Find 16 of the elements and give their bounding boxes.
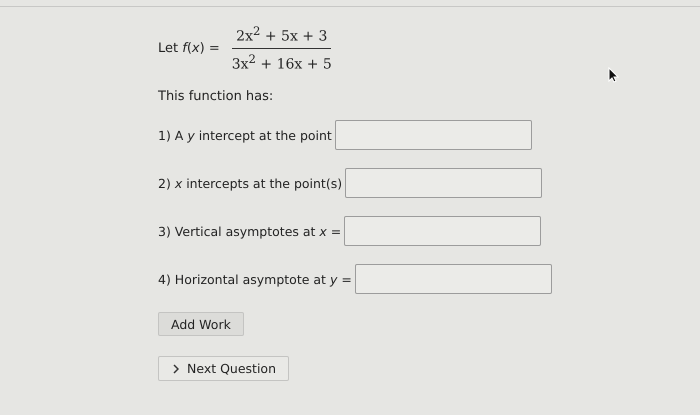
answer-field[interactable] [354, 264, 552, 294]
add-work-button[interactable]: Add Work [158, 312, 244, 336]
intro-text: This function has: [158, 89, 274, 104]
numerator: 2x$^{2}$ + 5x + 3 [232, 24, 332, 48]
question-label: 4) Horizontal asymptote at y = [158, 272, 352, 286]
answer-field[interactable] [345, 168, 542, 198]
question-label: 1) A y intercept at the point [158, 128, 332, 142]
answer-field[interactable] [344, 216, 542, 246]
chevron-right-icon [173, 364, 179, 374]
next-question-button[interactable]: Next Question [158, 356, 290, 381]
denominator: 3x$^{2}$ + 16x + 5 [230, 50, 333, 72]
question-label: 3) Vertical asymptotes at x = [158, 224, 342, 238]
function-lead: Let f(x) = [158, 40, 220, 56]
answer-field[interactable] [334, 120, 532, 150]
mouse-cursor-icon [608, 67, 620, 83]
question-label: 2) x intercepts at the point(s) [158, 176, 342, 190]
